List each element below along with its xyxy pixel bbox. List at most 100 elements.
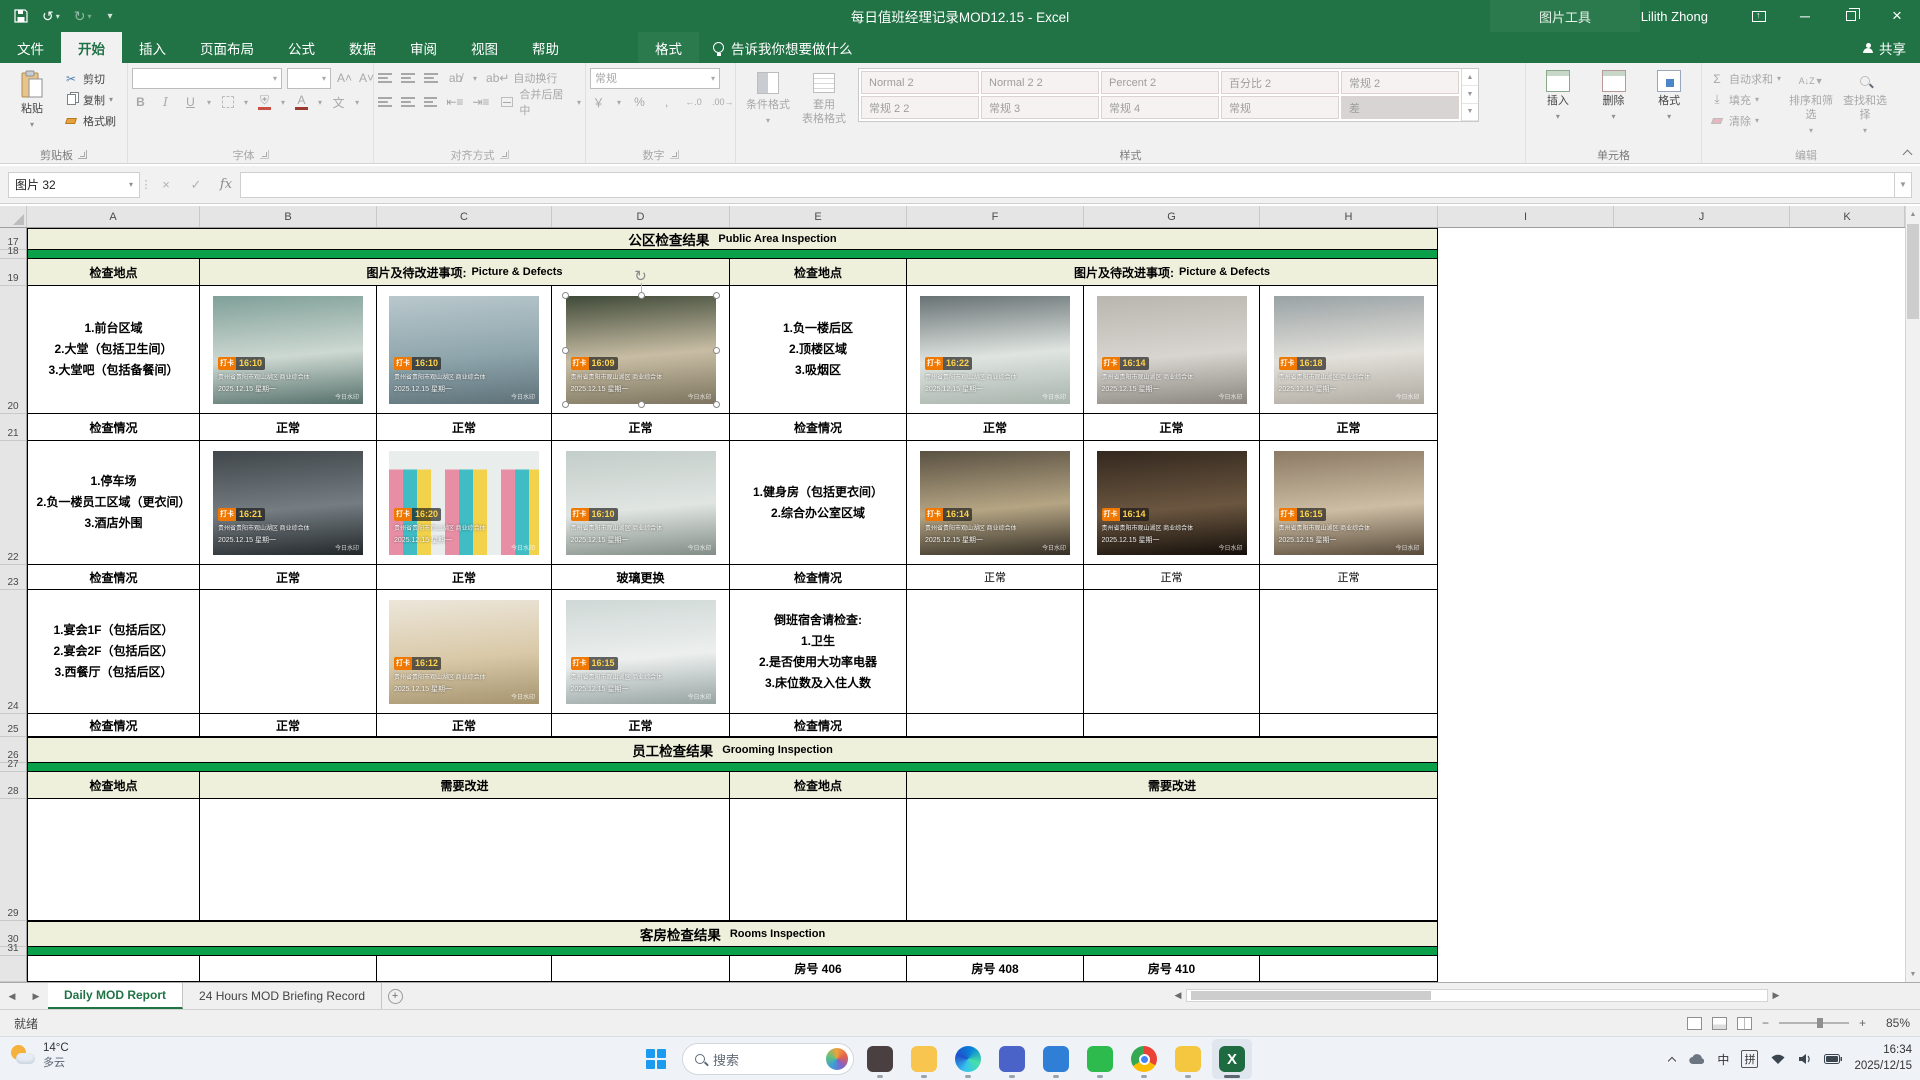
align-right-icon[interactable] [424, 97, 438, 107]
row-header-21[interactable]: 21 [0, 414, 27, 441]
column-header-D[interactable]: D [552, 206, 730, 227]
taskbar-app-app-dark[interactable] [860, 1039, 900, 1079]
font-dialog-launcher[interactable] [260, 150, 269, 159]
rotation-handle[interactable]: ↻ [634, 269, 647, 284]
selection-handle[interactable] [713, 347, 720, 354]
vertical-scroll-thumb[interactable] [1907, 224, 1919, 319]
accounting-format-button[interactable]: ￥ [590, 93, 607, 111]
conditional-formatting-button[interactable]: 条件格式 ▾ [740, 66, 796, 125]
cell-F25[interactable] [907, 714, 1084, 737]
cell-B20[interactable]: 打卡16:10贵州省贵阳市观山湖区 商业综合体2025.12.15 星期一今日水… [200, 286, 377, 414]
tab-file[interactable]: 文件 [0, 32, 61, 63]
name-box[interactable]: 图片 32▾ [8, 172, 140, 198]
cell-A24[interactable]: 1.宴会1F（包括后区）2.宴会2F（包括后区）3.西餐厅（包括后区） [27, 590, 200, 714]
phonetic-guide-button[interactable]: 文 [330, 93, 347, 111]
cell-E[interactable]: 房号 406 [730, 956, 907, 982]
save-button[interactable] [14, 9, 28, 23]
header-cell-A19[interactable]: 检查地点 [27, 259, 200, 286]
selection-handle[interactable] [713, 401, 720, 408]
cell-G20[interactable]: 打卡16:14贵州省贵阳市观山湖区 商业综合体2025.12.15 星期一今日水… [1084, 286, 1260, 414]
cell-B22[interactable]: 打卡16:21贵州省贵阳市观山湖区 商业综合体2025.12.15 星期一今日水… [200, 441, 377, 565]
row-header-28[interactable]: 28 [0, 772, 27, 799]
cell-H25[interactable] [1260, 714, 1438, 737]
search-highlight-icon[interactable] [826, 1048, 848, 1070]
section-title-rooms-inspection[interactable]: 客房检查结果Rooms Inspection [27, 921, 1438, 947]
cell-E25[interactable]: 检查情况 [730, 714, 907, 737]
column-header-E[interactable]: E [730, 206, 907, 227]
tab-view[interactable]: 视图 [454, 32, 515, 63]
taskbar-app-wechat[interactable] [1080, 1039, 1120, 1079]
column-header-J[interactable]: J [1614, 206, 1790, 227]
confirm-entry-button[interactable]: ✓ [182, 172, 210, 198]
formula-bar-expand-button[interactable]: ▼ [1894, 172, 1912, 198]
cell-C25[interactable]: 正常 [377, 714, 552, 737]
autosum-button[interactable]: Σ自动求和▾ [1706, 68, 1784, 89]
bold-button[interactable]: B [132, 93, 149, 111]
font-color-button[interactable]: A [293, 94, 310, 110]
fill-color-button[interactable]: ⛨ [256, 94, 273, 110]
selection-handle[interactable] [562, 401, 569, 408]
paste-button[interactable]: 粘贴 ▾ [4, 66, 60, 129]
cell-A20[interactable]: 1.前台区域2.大堂（包括卫生间）3.大堂吧（包括备餐间） [27, 286, 200, 414]
italic-button[interactable]: I [157, 93, 174, 111]
cell-G[interactable]: 房号 410 [1084, 956, 1260, 982]
cell-style-常规 4[interactable]: 常规 4 [1101, 96, 1219, 119]
copy-dropdown[interactable]: ▾ [109, 95, 113, 104]
cell-E20[interactable]: 1.负一楼后区2.顶楼区域3.吸烟区 [730, 286, 907, 414]
cell-E24[interactable]: 倒班宿舍请检查:1.卫生2.是否使用大功率电器3.床位数及入住人数 [730, 590, 907, 714]
battery-icon[interactable] [1824, 1054, 1842, 1064]
cell-B25[interactable]: 正常 [200, 714, 377, 737]
cut-button[interactable]: ✂剪切 [60, 68, 119, 89]
weather-widget[interactable]: 14°C多云 [10, 1041, 69, 1071]
column-header-C[interactable]: C [377, 206, 552, 227]
cell-B21[interactable]: 正常 [200, 414, 377, 441]
tab-insert[interactable]: 插入 [122, 32, 183, 63]
selection-handle[interactable] [638, 292, 645, 299]
cell-F22[interactable]: 打卡16:14贵州省贵阳市观山湖区 商业综合体2025.12.15 星期一今日水… [907, 441, 1084, 565]
format-cells-button[interactable]: 格式▾ [1641, 66, 1697, 121]
photo-lobby-bar-counter[interactable]: 打卡16:09贵州省贵阳市观山湖区 商业综合体2025.12.15 星期一今日水… [566, 296, 716, 404]
row-header-18[interactable]: 18 [0, 250, 27, 259]
number-dialog-launcher[interactable] [670, 150, 679, 159]
cell-B[interactable] [200, 956, 377, 982]
header-cell-FH28[interactable]: 需要改进 [907, 772, 1438, 799]
column-header-F[interactable]: F [907, 206, 1084, 227]
new-sheet-button[interactable]: + [382, 983, 408, 1009]
formula-input[interactable] [240, 172, 1894, 198]
empty-cell-1-row29[interactable] [200, 799, 730, 921]
insert-cells-button[interactable]: 插入▾ [1530, 66, 1586, 121]
cell-E21[interactable]: 检查情况 [730, 414, 907, 441]
cell-style-常规 2[interactable]: 常规 2 [1341, 71, 1459, 94]
cell-A21[interactable]: 检查情况 [27, 414, 200, 441]
start-button[interactable] [636, 1039, 676, 1079]
cell-style-常规[interactable]: 常规 [1221, 96, 1339, 119]
row-header-23[interactable]: 23 [0, 565, 27, 590]
row-header-19[interactable]: 19 [0, 259, 27, 286]
scroll-right-arrow[interactable]: ▶ [1768, 990, 1784, 1001]
row-header-22[interactable]: 22 [0, 441, 27, 565]
cell-F23[interactable]: 正常 [907, 565, 1084, 590]
horizontal-scrollbar[interactable]: ◀ ▶ [1170, 982, 1784, 1009]
cell-style-百分比 2[interactable]: 百分比 2 [1221, 71, 1339, 94]
cell-G25[interactable] [1084, 714, 1260, 737]
cell-C20[interactable]: 打卡16:10贵州省贵阳市观山湖区 商业综合体2025.12.15 星期一今日水… [377, 286, 552, 414]
cell-E22[interactable]: 1.健身房（包括更衣间）2.综合办公室区域 [730, 441, 907, 565]
cell-A23[interactable]: 检查情况 [27, 565, 200, 590]
zoom-percentage[interactable]: 85% [1876, 1016, 1910, 1030]
selection-handle[interactable] [638, 401, 645, 408]
cell-D21[interactable]: 正常 [552, 414, 730, 441]
borders-button[interactable] [219, 93, 236, 111]
header-cell-BD28[interactable]: 需要改进 [200, 772, 730, 799]
empty-cell-2-row29[interactable] [730, 799, 907, 921]
tab-page-layout[interactable]: 页面布局 [183, 32, 271, 63]
section-title-grooming-inspection[interactable]: 员工检查结果Grooming Inspection [27, 737, 1438, 763]
row-header-27[interactable]: 27 [0, 763, 27, 772]
insert-function-button[interactable]: fx [212, 172, 240, 198]
cell-style-Normal 2[interactable]: Normal 2 [861, 71, 979, 94]
cell-E23[interactable]: 检查情况 [730, 565, 907, 590]
find-select-button[interactable]: 查找和选择▾ [1838, 66, 1892, 135]
signed-in-user[interactable]: Lilith Zhong [1641, 9, 1708, 24]
scroll-left-arrow[interactable]: ◀ [1170, 990, 1186, 1001]
percent-style-button[interactable]: % [631, 93, 648, 111]
column-header-B[interactable]: B [200, 206, 377, 227]
